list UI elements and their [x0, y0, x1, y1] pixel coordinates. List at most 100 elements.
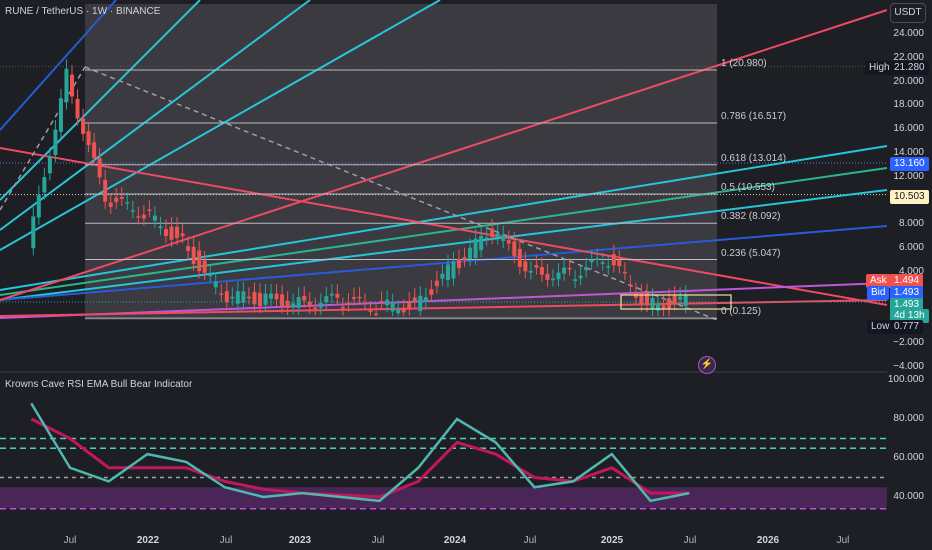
candle-body [445, 264, 450, 280]
candle-body [324, 296, 329, 303]
candle-body [136, 216, 141, 218]
candle-body [125, 202, 130, 204]
price-axis-label: 18.000 [893, 99, 924, 111]
candle-body [147, 209, 152, 212]
candle-body [108, 202, 113, 207]
rsi-axis-label: 80.000 [893, 413, 924, 424]
candle-body [506, 240, 511, 244]
level-badge-10503: 10.503 [890, 190, 929, 204]
candle-body [141, 214, 146, 219]
candle-body [650, 297, 655, 310]
candle-body [180, 233, 185, 237]
price-axis-label: 12.000 [893, 170, 924, 182]
price-axis-label: −2.000 [893, 337, 924, 349]
price-axis-label: 8.000 [898, 218, 924, 230]
candle-body [407, 301, 412, 309]
candle-body [202, 260, 207, 273]
high-badge-value: 21.280 [890, 61, 929, 75]
candle-body [197, 250, 202, 272]
candle-body [274, 293, 279, 300]
candle-body [280, 294, 285, 307]
candle-body [390, 303, 395, 312]
time-axis-month: Jul [683, 535, 697, 546]
candle-body [346, 302, 351, 305]
candle-body [412, 297, 417, 302]
candle-body [539, 267, 544, 275]
candle-body [589, 259, 594, 263]
candle-body [351, 297, 356, 299]
oversold-zone [0, 487, 887, 509]
low-badge-value: 0.777 [890, 320, 924, 334]
time-axis-year: 2022 [136, 535, 160, 546]
rsi-axis-label: 40.000 [893, 491, 924, 502]
candle-body [81, 118, 86, 134]
candle-body [595, 258, 600, 260]
time-axis-year: 2026 [756, 535, 780, 546]
candle-body [501, 235, 506, 241]
candle-body [119, 196, 124, 199]
indicator-title[interactable]: Krowns Cave RSI EMA Bull Bear Indicator [5, 379, 192, 390]
candle-body [70, 74, 74, 97]
candle-body [186, 246, 191, 251]
candle-body [269, 293, 274, 299]
candle-body [517, 248, 522, 267]
candle-body [208, 274, 213, 276]
price-axis-label: 16.000 [893, 123, 924, 135]
candle-body [318, 303, 323, 308]
candle-body [230, 296, 235, 299]
candle-body [528, 270, 533, 273]
candle-body [457, 258, 461, 269]
candle-body [567, 267, 572, 270]
time-axis-year: 2023 [288, 535, 312, 546]
candle-body [175, 226, 180, 238]
candle-body [219, 293, 224, 296]
fib-level-label: 0.618 (13.014) [721, 152, 787, 164]
candle-body [257, 292, 262, 307]
candle-body [169, 226, 174, 240]
price-axis-label: 20.000 [893, 75, 924, 87]
candle-body [36, 195, 41, 218]
chart-window: RUNE / TetherUS · 1W · BINANCE Krowns Ca… [0, 0, 932, 550]
fib-level-label: 0.786 (16.517) [721, 111, 787, 123]
time-axis-month: Jul [371, 535, 385, 546]
candle-body [86, 131, 91, 146]
currency-button[interactable]: USDT [890, 3, 926, 23]
fib-level-label: 0 (0.125) [721, 306, 762, 318]
candle-body [396, 309, 401, 314]
candle-body [75, 98, 80, 119]
time-axis-month: Jul [836, 535, 850, 546]
candle-body [291, 303, 296, 308]
candle-body [42, 177, 47, 193]
candle-body [611, 254, 616, 266]
candle-body [246, 296, 251, 299]
candle-body [622, 271, 627, 274]
candle-body [606, 266, 611, 268]
candle-body [468, 247, 473, 259]
candle-body [47, 156, 52, 174]
candle-body [224, 291, 229, 303]
candle-body [550, 278, 555, 281]
candle-body [418, 295, 423, 312]
alert-bolt-icon[interactable]: ⚡ [698, 356, 716, 374]
candle-body [440, 273, 445, 279]
rsi-line [30, 402, 690, 503]
fib-level-label: 0.236 (5.047) [721, 247, 781, 259]
candle-body [152, 215, 157, 221]
candle-body [495, 233, 500, 238]
candle-body [429, 289, 434, 295]
candle-body [512, 241, 517, 257]
candle-body [628, 284, 633, 286]
candle-body [374, 313, 379, 316]
candle-body [58, 98, 63, 132]
fib-zone [85, 4, 717, 320]
candle-body [484, 237, 489, 240]
candle-body [97, 157, 102, 178]
candle-body [667, 298, 672, 310]
chart-canvas[interactable] [0, 0, 932, 550]
price-axis-label: 24.000 [893, 28, 924, 39]
candle-body [163, 229, 168, 237]
candle-body [462, 257, 467, 260]
candle-body [600, 262, 605, 264]
candle-body [573, 279, 578, 281]
price-axis-label: 6.000 [898, 242, 924, 254]
